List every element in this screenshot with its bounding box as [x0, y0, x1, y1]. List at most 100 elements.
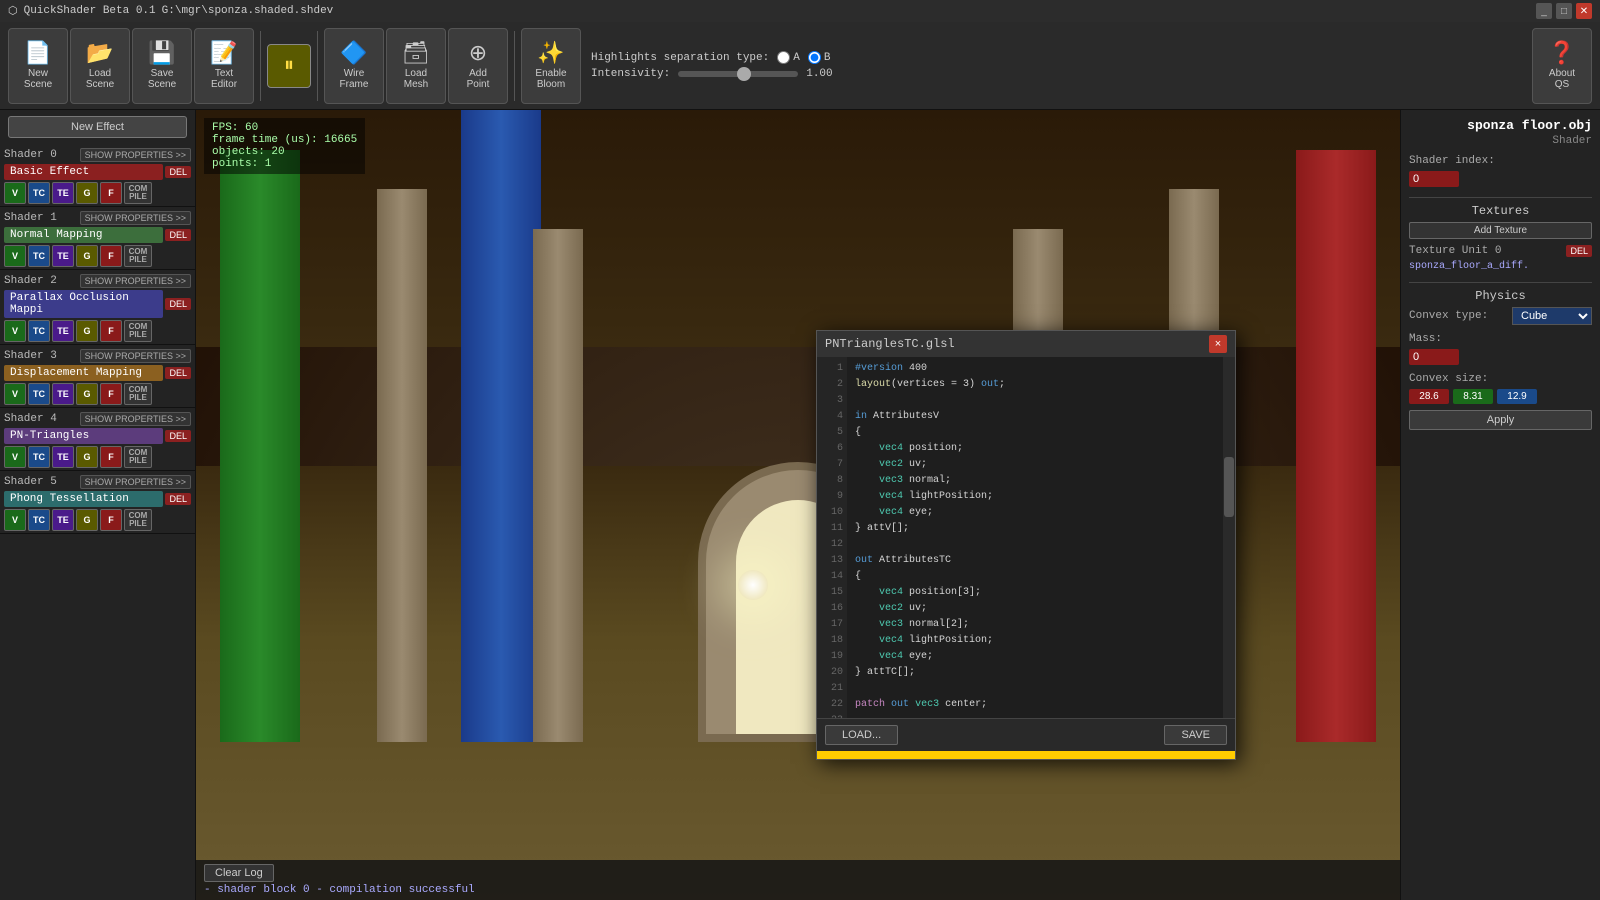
shader-5-tc-btn[interactable]: TC	[28, 509, 50, 531]
shader-5-show-props[interactable]: SHOW PROPERTIES >>	[80, 475, 191, 489]
shader-1-te-btn[interactable]: TE	[52, 245, 74, 267]
viewport[interactable]: FPS: 60 frame time (us): 16665 objects: …	[196, 110, 1400, 900]
rp-filename: sponza floor.obj	[1409, 118, 1592, 133]
about-qs-button[interactable]: ❓ AboutQS	[1532, 28, 1592, 104]
pause-button[interactable]: ⏸	[267, 44, 311, 88]
shader-1-del[interactable]: DEL	[165, 229, 191, 241]
code-save-button[interactable]: SAVE	[1164, 725, 1227, 745]
scrollbar-thumb[interactable]	[1224, 457, 1234, 517]
load-scene-button[interactable]: 📂 LoadScene	[70, 28, 130, 104]
shader-5-compile-btn[interactable]: COMPILE	[124, 509, 152, 531]
shader-3-v-btn[interactable]: V	[4, 383, 26, 405]
objects-stat: objects: 20	[212, 146, 357, 158]
shader-0-tc-btn[interactable]: TC	[28, 182, 50, 204]
fps-stat: FPS: 60	[212, 122, 357, 134]
convex-size-y[interactable]	[1453, 389, 1493, 404]
intensity-slider[interactable]	[678, 71, 798, 77]
shader-1-g-btn[interactable]: G	[76, 245, 98, 267]
shader-0-compile-btn[interactable]: COMPILE	[124, 182, 152, 204]
shader-3-g-btn[interactable]: G	[76, 383, 98, 405]
shader-1-compile-btn[interactable]: COMPILE	[124, 245, 152, 267]
close-button[interactable]: ✕	[1576, 3, 1592, 19]
shader-5-del[interactable]: DEL	[165, 493, 191, 505]
shader-3-te-btn[interactable]: TE	[52, 383, 74, 405]
maximize-button[interactable]: □	[1556, 3, 1572, 19]
shader-5-g-btn[interactable]: G	[76, 509, 98, 531]
wire-frame-button[interactable]: 🔷 WireFrame	[324, 28, 384, 104]
shader-1-v-btn[interactable]: V	[4, 245, 26, 267]
shader-2-title: Shader 2	[4, 275, 57, 287]
texture-del-button[interactable]: DEL	[1566, 245, 1592, 257]
shader-4-compile-btn[interactable]: COMPILE	[124, 446, 152, 468]
add-point-button[interactable]: ⊕ AddPoint	[448, 28, 508, 104]
texture-unit-row: Texture Unit 0 DEL	[1409, 245, 1592, 257]
shader-2-v-btn[interactable]: V	[4, 320, 26, 342]
shader-3-tc-btn[interactable]: TC	[28, 383, 50, 405]
shader-0-g-btn[interactable]: G	[76, 182, 98, 204]
load-mesh-button[interactable]: 🗃 LoadMesh	[386, 28, 446, 104]
shader-index-input[interactable]	[1409, 171, 1459, 187]
shader-2-f-btn[interactable]: F	[100, 320, 122, 342]
line-numbers: 1234567891011121314151617181920212223242…	[817, 357, 847, 718]
shader-2-te-btn[interactable]: TE	[52, 320, 74, 342]
shader-block-5: Shader 5 SHOW PROPERTIES >> Phong Tessel…	[0, 471, 195, 534]
apply-button[interactable]: Apply	[1409, 410, 1592, 430]
convex-type-select[interactable]: Cube Sphere Mesh	[1512, 307, 1592, 325]
shader-3-show-props[interactable]: SHOW PROPERTIES >>	[80, 349, 191, 363]
shader-4-te-btn[interactable]: TE	[52, 446, 74, 468]
new-effect-button[interactable]: New Effect	[8, 116, 187, 138]
enable-bloom-button[interactable]: ✨ EnableBloom	[521, 28, 581, 104]
shader-2-tc-btn[interactable]: TC	[28, 320, 50, 342]
shader-0-te-btn[interactable]: TE	[52, 182, 74, 204]
curtain-blue	[461, 110, 541, 742]
mass-input[interactable]	[1409, 349, 1459, 365]
shader-1-tc-btn[interactable]: TC	[28, 245, 50, 267]
shader-4-tc-btn[interactable]: TC	[28, 446, 50, 468]
text-editor-icon: 📝	[210, 42, 237, 64]
shader-2-show-props[interactable]: SHOW PROPERTIES >>	[80, 274, 191, 288]
mass-label: Mass:	[1409, 333, 1442, 345]
shader-0-del[interactable]: DEL	[165, 166, 191, 178]
radio-b[interactable]	[808, 51, 821, 64]
shader-1-f-btn[interactable]: F	[100, 245, 122, 267]
shader-4-f-btn[interactable]: F	[100, 446, 122, 468]
shader-3-compile-btn[interactable]: COMPILE	[124, 383, 152, 405]
shader-4-show-props[interactable]: SHOW PROPERTIES >>	[80, 412, 191, 426]
shader-3-del[interactable]: DEL	[165, 367, 191, 379]
new-scene-icon: 📄	[24, 42, 51, 64]
shader-4-g-btn[interactable]: G	[76, 446, 98, 468]
app-title: QuickShader Beta 0.1	[24, 5, 156, 17]
shader-3-f-btn[interactable]: F	[100, 383, 122, 405]
radio-a[interactable]	[777, 51, 790, 64]
shader-4-v-btn[interactable]: V	[4, 446, 26, 468]
highlight-type-a[interactable]: A	[777, 51, 800, 64]
rp-sep-2	[1409, 282, 1592, 283]
code-editor-close-button[interactable]: ×	[1209, 335, 1227, 353]
shader-5-v-btn[interactable]: V	[4, 509, 26, 531]
add-texture-button[interactable]: Add Texture	[1409, 222, 1592, 239]
new-scene-button[interactable]: 📄 NewScene	[8, 28, 68, 104]
shader-2-del[interactable]: DEL	[165, 298, 191, 310]
highlight-type-b[interactable]: B	[808, 51, 831, 64]
intensity-slider-thumb[interactable]	[737, 67, 751, 81]
shader-5-te-btn[interactable]: TE	[52, 509, 74, 531]
code-load-button[interactable]: LOAD...	[825, 725, 898, 745]
convex-size-z[interactable]	[1497, 389, 1537, 404]
save-scene-button[interactable]: 💾 SaveScene	[132, 28, 192, 104]
shader-2-compile-btn[interactable]: COMPILE	[124, 320, 152, 342]
convex-size-inputs	[1409, 389, 1592, 404]
shader-4-del[interactable]: DEL	[165, 430, 191, 442]
text-editor-button[interactable]: 📝 TextEditor	[194, 28, 254, 104]
shader-0-v-btn[interactable]: V	[4, 182, 26, 204]
shader-0-f-btn[interactable]: F	[100, 182, 122, 204]
code-scrollbar[interactable]	[1223, 357, 1235, 718]
shader-0-show-props[interactable]: SHOW PROPERTIES >>	[80, 148, 191, 162]
code-content[interactable]: #version 400layout(vertices = 3) out; in…	[847, 357, 1223, 718]
shader-2-g-btn[interactable]: G	[76, 320, 98, 342]
points-stat: points: 1	[212, 158, 357, 170]
clear-log-button[interactable]: Clear Log	[204, 864, 274, 882]
convex-size-x[interactable]	[1409, 389, 1449, 404]
minimize-button[interactable]: _	[1536, 3, 1552, 19]
shader-5-f-btn[interactable]: F	[100, 509, 122, 531]
shader-1-show-props[interactable]: SHOW PROPERTIES >>	[80, 211, 191, 225]
